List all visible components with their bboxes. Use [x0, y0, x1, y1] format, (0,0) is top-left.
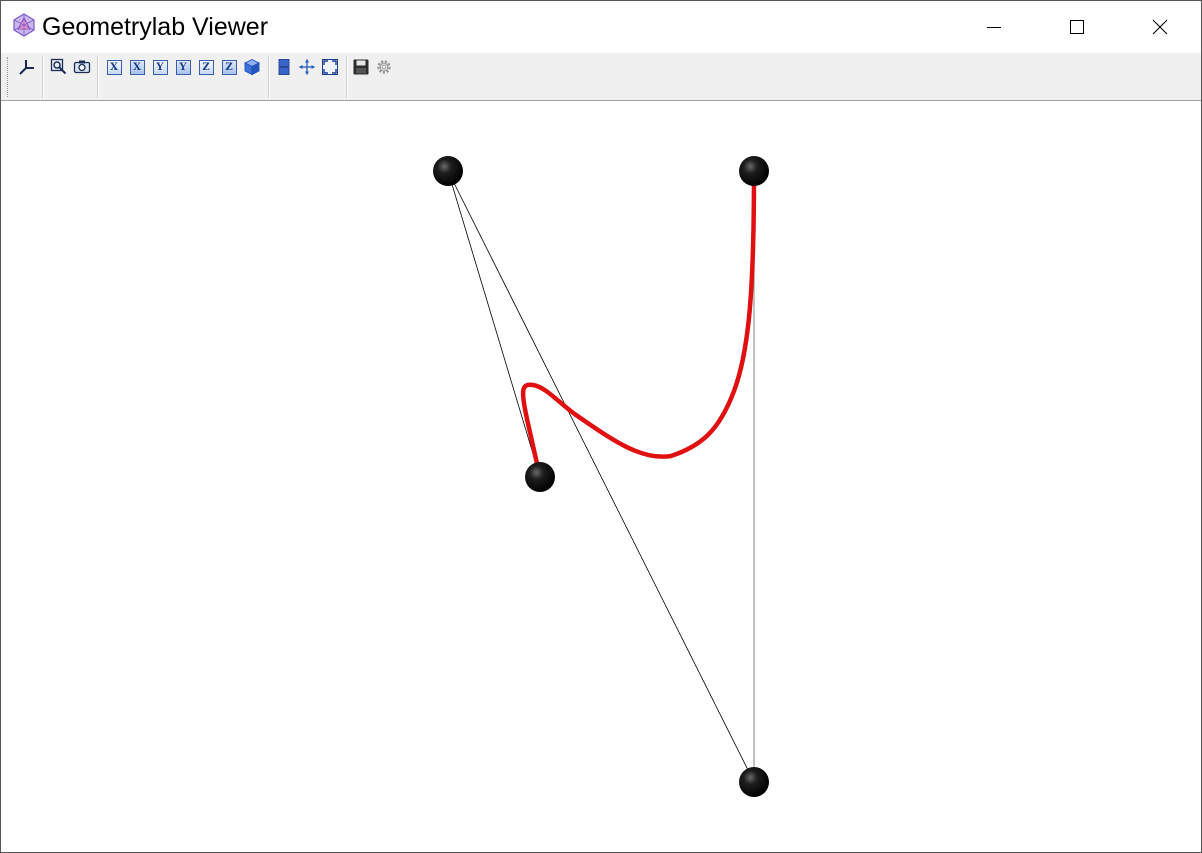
close-icon — [1152, 19, 1168, 35]
x-axis-icon: X — [129, 59, 145, 75]
close-button[interactable] — [1118, 1, 1201, 53]
control-polygon-edge — [447, 170, 541, 478]
control-point[interactable] — [525, 462, 555, 492]
window-title: Geometrylab Viewer — [42, 13, 269, 41]
minimize-icon — [987, 27, 1001, 28]
maximize-button[interactable] — [1035, 1, 1119, 53]
save-button[interactable] — [352, 58, 370, 76]
view-x-neg-button[interactable]: X — [128, 58, 146, 76]
x-axis-icon: X — [106, 59, 122, 75]
camera-icon — [73, 60, 91, 74]
toolbar-separator — [97, 56, 99, 98]
settings-button[interactable] — [375, 58, 393, 76]
control-point[interactable] — [433, 156, 463, 186]
3d-viewport[interactable] — [1, 101, 1201, 852]
y-axis-icon: Y — [175, 59, 191, 75]
layout-button[interactable] — [275, 58, 293, 76]
view-x-pos-button[interactable]: X — [105, 58, 123, 76]
view-z-pos-button[interactable]: Z — [197, 58, 215, 76]
fit-all-button[interactable] — [321, 58, 339, 76]
toolbar-separator — [42, 56, 44, 98]
view-y-neg-button[interactable]: Y — [174, 58, 192, 76]
title-bar[interactable]: Geometrylab Viewer — [1, 1, 1201, 53]
center-button[interactable] — [298, 58, 316, 76]
cube-icon — [243, 58, 261, 76]
scene-canvas[interactable] — [1, 101, 1201, 852]
viewer-window: Geometrylab Viewer X X Y Y Z Z — [0, 0, 1202, 853]
control-point[interactable] — [739, 156, 769, 186]
axes-tool-button[interactable] — [18, 58, 36, 76]
axes-icon — [19, 60, 34, 75]
split-view-icon — [278, 59, 290, 75]
control-point[interactable] — [739, 767, 769, 797]
zoom-window-button[interactable] — [50, 58, 68, 76]
pan-icon — [299, 59, 315, 75]
toolbar-separator — [346, 56, 348, 98]
minimize-button[interactable] — [952, 1, 1036, 53]
maximize-icon — [1070, 20, 1084, 34]
zoom-icon — [50, 58, 67, 75]
view-z-neg-button[interactable]: Z — [220, 58, 238, 76]
z-axis-icon: Z — [198, 59, 214, 75]
view-y-pos-button[interactable]: Y — [151, 58, 169, 76]
z-axis-icon: Z — [221, 59, 237, 75]
app-icon — [12, 13, 36, 37]
fit-icon — [322, 59, 338, 75]
spline-curve[interactable] — [520, 168, 757, 480]
toolbar-grip[interactable] — [7, 57, 10, 97]
control-polygon-edge — [447, 170, 755, 783]
y-axis-icon: Y — [152, 59, 168, 75]
toolbar: X X Y Y Z Z — [1, 53, 1201, 101]
view-iso-button[interactable] — [243, 58, 261, 76]
screenshot-button[interactable] — [73, 58, 91, 76]
gear-icon — [377, 60, 391, 74]
toolbar-separator — [268, 56, 270, 98]
save-icon — [353, 59, 369, 75]
